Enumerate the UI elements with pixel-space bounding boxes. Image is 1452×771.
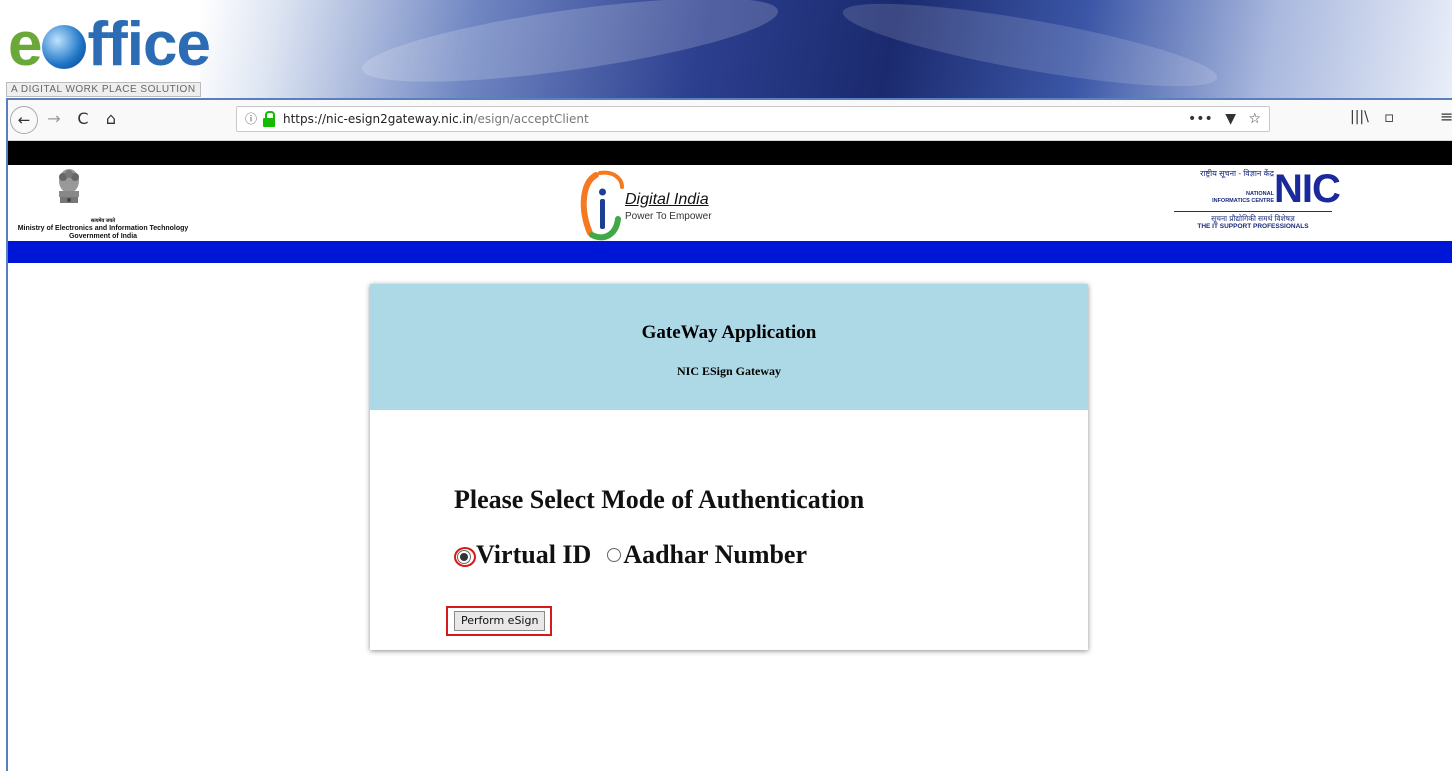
digital-india-title: Digital India (625, 191, 709, 208)
reload-icon: C (77, 109, 89, 128)
banner-background (200, 0, 1452, 98)
nic-divider (1174, 211, 1332, 212)
nic-english-name: NATIONAL INFORMATICS CENTRE (1174, 191, 1274, 205)
gateway-card: GateWay Application NIC ESign Gateway Pl… (370, 284, 1088, 650)
aadhar-number-label[interactable]: Aadhar Number (623, 540, 807, 569)
top-black-bar (8, 141, 1452, 165)
nic-hindi-tagline: सूचना प्रौद्योगिकी समर्थ विशेषज्ञ (1211, 214, 1295, 223)
card-header: GateWay Application NIC ESign Gateway (370, 284, 1088, 410)
aadhar-number-radio[interactable] (607, 548, 622, 562)
reload-button[interactable]: C (72, 106, 94, 132)
eoffice-banner: e ffice A DIGITAL WORK PLACE SOLUTION (0, 0, 1452, 98)
info-icon[interactable]: ⓘ (243, 111, 259, 127)
ministry-text: सत्यमेव जयते Ministry of Electronics and… (8, 217, 198, 241)
hamburger-menu-icon[interactable]: ≡ (1440, 107, 1452, 126)
url-host: https://nic-esign2gateway.nic.in (283, 112, 474, 126)
card-title: GateWay Application (641, 322, 817, 343)
eoffice-logo: e ffice (8, 10, 211, 80)
browser-window: ← → C ⌂ ⓘ https://nic-esign2gateway.nic.… (6, 98, 1452, 771)
back-button[interactable]: ← (10, 106, 38, 134)
nic-tagline: THE IT SUPPORT PROFESSIONALS (1197, 223, 1309, 230)
auth-mode-heading: Please Select Mode of Authentication (454, 485, 865, 514)
bookmark-star-icon[interactable]: ☆ (1248, 111, 1261, 127)
page-actions: ••• ▼ ☆ (1180, 109, 1261, 129)
nic-eng-line-2: INFORMATICS CENTRE (1212, 198, 1274, 204)
nic-logo-letters: NIC (1274, 167, 1341, 211)
home-button[interactable]: ⌂ (100, 106, 122, 132)
perform-esign-button[interactable]: Perform eSign (454, 611, 546, 631)
library-icon[interactable]: |||\ (1350, 109, 1369, 125)
blue-nav-bar (8, 241, 1452, 263)
globe-icon (42, 25, 87, 69)
virtual-id-label[interactable]: Virtual ID (476, 540, 591, 569)
forward-button[interactable]: → (44, 106, 64, 132)
national-emblem-icon (59, 169, 79, 203)
url-text[interactable]: https://nic-esign2gateway.nic.in/esign/a… (283, 111, 589, 128)
site-header: सत्यमेव जयते Ministry of Electronics and… (8, 165, 1452, 241)
sidebar-icon[interactable]: ▫ (1384, 108, 1394, 126)
logo-rest: ffice (87, 10, 210, 79)
pocket-icon[interactable]: ▼ (1225, 111, 1236, 127)
virtual-id-radio-highlight (454, 547, 476, 567)
page-actions-menu-icon[interactable]: ••• (1188, 111, 1213, 127)
nic-hindi-name: राष्ट्रीय सूचना - विज्ञान केंद्र (1200, 169, 1274, 178)
url-path: /esign/acceptClient (473, 112, 589, 126)
browser-toolbar: ← → C ⌂ ⓘ https://nic-esign2gateway.nic.… (8, 100, 1452, 141)
card-subtitle: NIC ESign Gateway (676, 364, 781, 378)
digital-india-subtitle: Power To Empower (625, 211, 712, 222)
home-icon: ⌂ (105, 109, 117, 128)
auth-mode-options: Virtual ID Aadhar Number (454, 540, 807, 574)
page-content: सत्यमेव जयते Ministry of Electronics and… (8, 141, 1452, 771)
url-bar[interactable]: ⓘ https://nic-esign2gateway.nic.in/esign… (236, 106, 1270, 132)
lock-icon[interactable] (263, 111, 275, 127)
ministry-line-1: Ministry of Electronics and Information … (17, 225, 189, 232)
ministry-hindi: सत्यमेव जयते (90, 218, 116, 224)
nic-eng-line-1: NATIONAL (1245, 191, 1274, 197)
logo-e: e (8, 10, 42, 79)
virtual-id-radio[interactable] (457, 550, 471, 564)
eoffice-tagline: A DIGITAL WORK PLACE SOLUTION (6, 82, 201, 97)
ministry-line-2: Government of India (68, 233, 138, 240)
